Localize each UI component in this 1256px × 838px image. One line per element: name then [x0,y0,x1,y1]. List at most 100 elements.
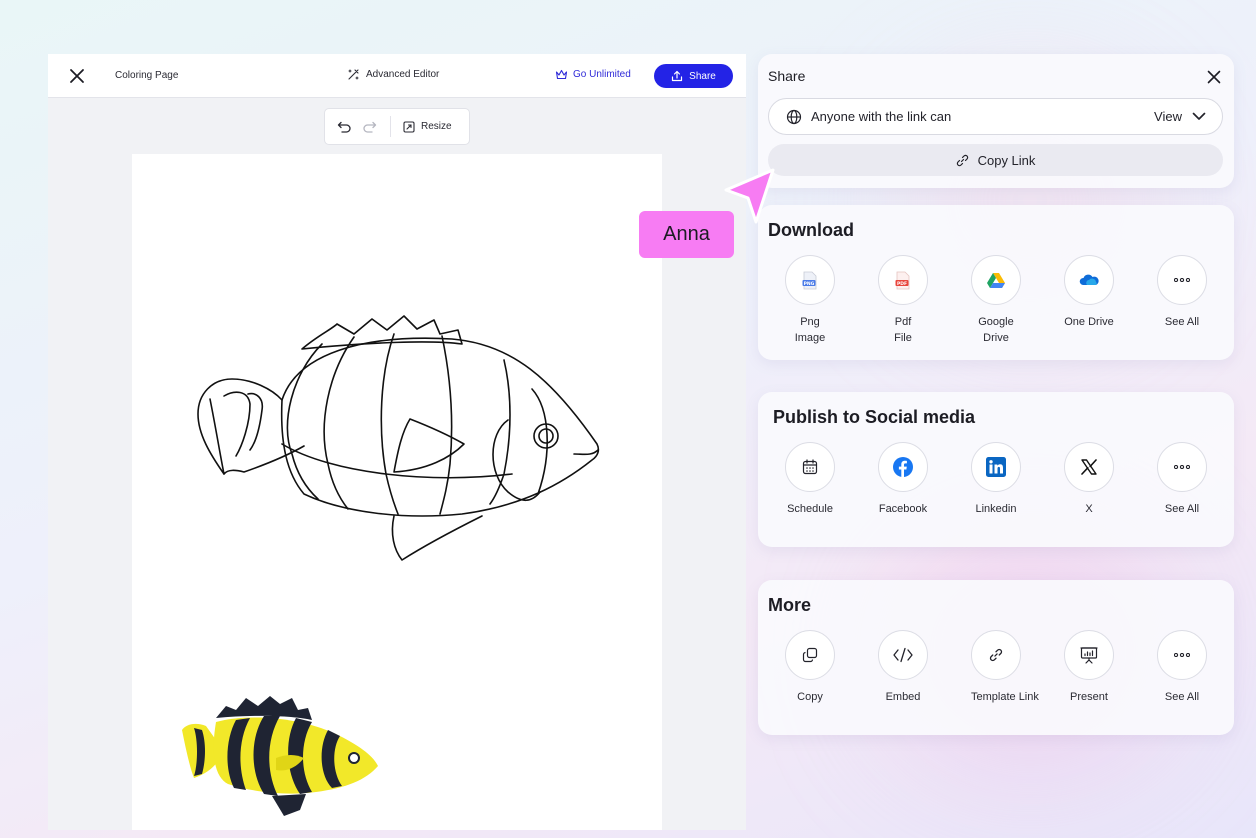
schedule-option-circle [785,442,835,492]
template-link-option-circle [971,630,1021,680]
share-button-label: Share [689,70,716,82]
presentation-icon [1080,647,1098,664]
social-title: Publish to Social media [773,407,976,427]
embed-code-icon [893,647,913,663]
magic-wand-icon [348,69,359,80]
download-pdf-label: Pdf File [894,316,912,344]
link-access-value: View [1154,109,1182,124]
more-title: More [768,595,812,615]
undo-button[interactable] [336,119,352,135]
download-panel: Download PNG Png Image PDF Pdf File Goog… [758,205,1234,360]
chevron-down-icon [1192,112,1206,120]
canvas-toolbar: Resize [324,108,470,145]
copy-label: Copy [797,691,823,703]
svg-text:PNG: PNG [804,280,815,286]
social-options: Schedule Facebook Linkedin X See All [785,442,1250,517]
png-option-circle: PNG [785,255,835,305]
colored-fish-illustration[interactable] [176,688,386,818]
present-label: Present [1070,691,1108,703]
x-option[interactable]: X [1064,442,1157,517]
copy-option-circle [785,630,835,680]
copy-option[interactable]: Copy [785,630,878,705]
more-see-all-label: See All [1164,691,1200,703]
present-option[interactable]: Present [1064,630,1157,705]
embed-label: Embed [885,691,921,703]
editor-window: Coloring Page Advanced Editor Go Unlimit… [48,54,746,830]
onedrive-icon [1079,274,1099,285]
google-drive-icon [987,273,1005,288]
pdf-file-icon: PDF [895,271,910,289]
download-google-drive-label: Google Drive [978,316,1014,344]
download-google-drive-option[interactable]: Google Drive [971,255,1064,346]
calendar-icon [802,459,818,475]
copy-icon [802,647,818,663]
close-share-panel-button[interactable] [1206,69,1222,85]
advanced-editor-label: Advanced Editor [366,69,440,80]
redo-button[interactable] [361,119,377,135]
schedule-label: Schedule [787,503,833,515]
download-onedrive-option[interactable]: One Drive [1064,255,1157,346]
onedrive-option-circle [1064,255,1114,305]
social-see-all-label: See All [1164,503,1200,515]
facebook-option[interactable]: Facebook [878,442,971,517]
more-panel: More Copy Embed Template Link Present Se… [758,580,1234,735]
more-icon [1174,465,1190,469]
link-access-dropdown[interactable]: Anyone with the link can View [768,98,1223,135]
download-see-all-circle [1157,255,1207,305]
x-option-circle [1064,442,1114,492]
more-see-all-circle [1157,630,1207,680]
download-see-all-option[interactable]: See All [1157,255,1250,346]
present-option-circle [1064,630,1114,680]
schedule-option[interactable]: Schedule [785,442,878,517]
facebook-option-circle [878,442,928,492]
document-title[interactable]: Coloring Page [115,70,178,81]
more-options: Copy Embed Template Link Present See All [785,630,1250,705]
download-options: PNG Png Image PDF Pdf File Google Drive … [785,255,1250,346]
pdf-option-circle: PDF [878,255,928,305]
linkedin-icon [986,457,1006,477]
linkedin-option-circle [971,442,1021,492]
copy-link-label: Copy Link [977,152,1036,168]
social-see-all-option[interactable]: See All [1157,442,1250,517]
more-icon [1174,278,1190,282]
png-file-icon: PNG [802,271,817,289]
resize-button[interactable]: Resize [403,120,452,133]
svg-text:PDF: PDF [897,280,907,286]
social-see-all-circle [1157,442,1207,492]
share-panel: Share Anyone with the link can View Copy… [758,54,1234,188]
download-png-option[interactable]: PNG Png Image [785,255,878,346]
share-panel-title: Share [768,68,806,84]
template-link-option[interactable]: Template Link [971,630,1064,705]
download-pdf-option[interactable]: PDF Pdf File [878,255,971,346]
facebook-icon [893,457,913,477]
linkedin-option[interactable]: Linkedin [971,442,1064,517]
social-panel: Publish to Social media Schedule Faceboo [758,392,1234,547]
undo-icon [337,121,351,133]
share-button[interactable]: Share [654,64,733,88]
close-icon [1207,70,1221,84]
close-editor-button[interactable] [68,67,86,85]
download-see-all-label: See All [1164,316,1200,328]
editor-topbar: Coloring Page Advanced Editor Go Unlimit… [48,54,746,98]
go-unlimited-label: Go Unlimited [573,69,631,80]
resize-icon [403,120,415,133]
design-canvas[interactable] [132,154,662,830]
advanced-editor-button[interactable]: Advanced Editor [347,68,439,81]
redo-icon [362,121,376,133]
x-label: X [1085,503,1093,515]
collaborator-name-tag: Anna [639,211,734,258]
resize-label: Resize [421,121,452,132]
link-icon [956,154,968,166]
google-drive-option-circle [971,255,1021,305]
embed-option-circle [878,630,928,680]
embed-option[interactable]: Embed [878,630,971,705]
link-access-text: Anyone with the link can [811,109,952,124]
go-unlimited-button[interactable]: Go Unlimited [555,69,631,80]
copy-link-button[interactable]: Copy Link [768,144,1223,176]
globe-icon [786,109,802,124]
template-link-label: Template Link [971,691,1039,703]
linkedin-label: Linkedin [975,503,1017,515]
download-png-label: Png Image [794,316,826,344]
more-see-all-option[interactable]: See All [1157,630,1250,705]
facebook-label: Facebook [878,503,928,515]
